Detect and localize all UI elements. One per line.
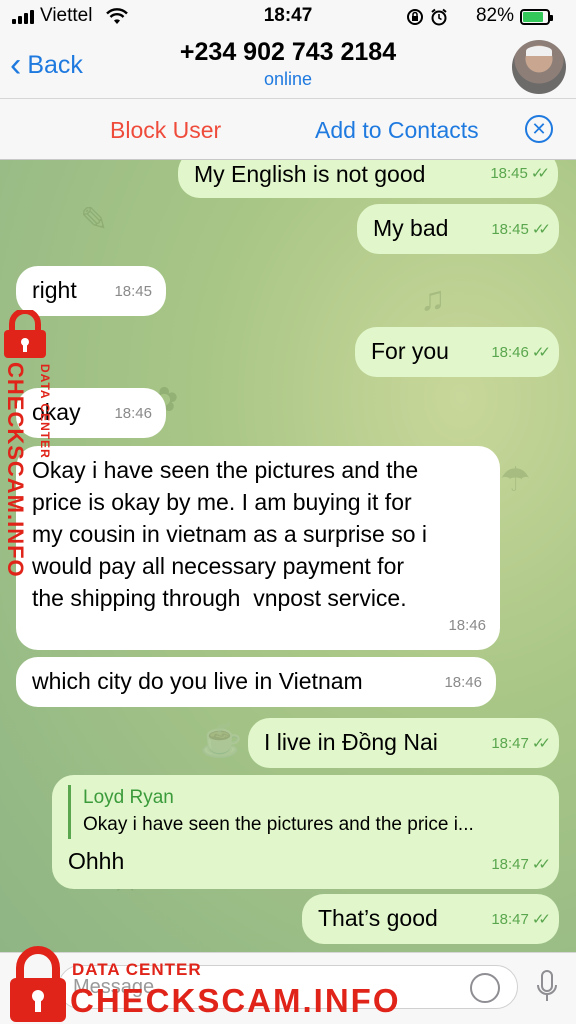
double-check-icon: ✓✓: [530, 165, 550, 182]
watermark-subtext: DATA CENTER: [38, 364, 52, 459]
watermark-text: CHECKSCAM.INFO: [3, 362, 28, 578]
contact-name[interactable]: +234 902 743 2184: [0, 38, 576, 67]
chat-header: ‹ Back +234 902 743 2184 online: [0, 34, 576, 98]
message-text: Ohhh: [68, 848, 125, 874]
message-time: 18:45 ✓✓: [490, 165, 550, 182]
sticker-icon[interactable]: [470, 973, 500, 1003]
message-bubble-outgoing[interactable]: For you 18:46 ✓✓: [355, 327, 559, 377]
reply-text: Okay i have seen the pictures and the pr…: [83, 814, 474, 835]
orientation-lock-icon: [407, 9, 423, 25]
contact-status: online: [263, 69, 313, 89]
message-time: 18:47 ✓✓: [491, 911, 551, 928]
message-text-line: my cousin in vietnam as a surprise so i: [32, 521, 427, 547]
message-text: That’s good: [318, 905, 438, 931]
message-text: My bad: [373, 215, 449, 241]
add-to-contacts-button[interactable]: Add to Contacts: [315, 117, 479, 144]
message-time: 18:46: [114, 405, 152, 422]
watermark-subtext: DATA CENTER: [72, 960, 202, 979]
avatar[interactable]: [512, 40, 566, 94]
double-check-icon: ✓✓: [531, 735, 551, 752]
reply-author: Loyd Ryan: [83, 787, 174, 808]
message-time: 18:47 ✓✓: [491, 856, 551, 873]
message-time: 18:46: [448, 617, 486, 634]
message-text-line: price is okay by me. I am buying it for: [32, 489, 412, 515]
message-bubble-outgoing[interactable]: That’s good 18:47 ✓✓: [302, 894, 559, 944]
background-doodle: ✎: [80, 201, 109, 239]
status-bar: Viettel 18:47 82%: [0, 0, 576, 34]
message-time: 18:45 ✓✓: [491, 221, 551, 238]
message-text: For you: [371, 338, 449, 364]
message-time: 18:45: [114, 283, 152, 300]
watermark-text: CHECKSCAM.INFO: [70, 982, 401, 1019]
double-check-icon: ✓✓: [531, 221, 551, 238]
background-doodle: ☂: [500, 461, 531, 499]
microphone-icon[interactable]: [536, 969, 558, 1005]
background-doodle: ♫: [420, 280, 446, 318]
reply-quote[interactable]: Loyd Ryan Okay i have seen the pictures …: [68, 785, 543, 839]
alarm-icon: [431, 8, 447, 26]
message-bubble-outgoing[interactable]: My English is not good 18:45 ✓✓: [178, 160, 558, 198]
double-check-icon: ✓✓: [531, 911, 551, 928]
battery-percent: 82%: [475, 5, 514, 26]
message-text: My English is not good: [194, 161, 426, 187]
background-doodle: ☕: [200, 721, 243, 759]
message-time: 18:47 ✓✓: [491, 735, 551, 752]
close-icon[interactable]: ✕: [525, 115, 553, 143]
message-text: right: [32, 277, 77, 303]
double-check-icon: ✓✓: [531, 344, 551, 361]
message-text-line: Okay i have seen the pictures and the: [32, 457, 419, 483]
block-user-button[interactable]: Block User: [110, 117, 221, 144]
message-bubble-outgoing[interactable]: My bad 18:45 ✓✓: [357, 204, 559, 254]
message-bubble-incoming[interactable]: which city do you live in Vietnam 18:46: [16, 657, 496, 707]
watermark-lock-icon: [4, 310, 46, 358]
contact-action-bar: Block User Add to Contacts ✕: [0, 98, 576, 160]
battery-icon: [520, 9, 553, 25]
message-list[interactable]: ✎ ✿ ♫ ☂ ☕ ✈ ★ My English is not good 18:…: [0, 160, 576, 952]
message-bubble-incoming[interactable]: right 18:45: [16, 266, 166, 316]
watermark-lock-icon: [10, 946, 66, 1022]
double-check-icon: ✓✓: [531, 856, 551, 873]
message-text: I live in Đồng Nai: [264, 729, 438, 755]
message-bubble-outgoing[interactable]: I live in Đồng Nai 18:47 ✓✓: [248, 718, 559, 768]
message-text: which city do you live in Vietnam: [32, 668, 363, 694]
message-time: 18:46 ✓✓: [491, 344, 551, 361]
message-bubble-incoming[interactable]: Okay i have seen the pictures and the pr…: [16, 446, 500, 650]
message-time: 18:46: [444, 674, 482, 691]
message-bubble-outgoing-reply[interactable]: Loyd Ryan Okay i have seen the pictures …: [52, 775, 559, 889]
message-text-line: the shipping through vnpost service.: [32, 585, 407, 611]
message-text-line: would pay all necessary payment for: [32, 553, 405, 579]
